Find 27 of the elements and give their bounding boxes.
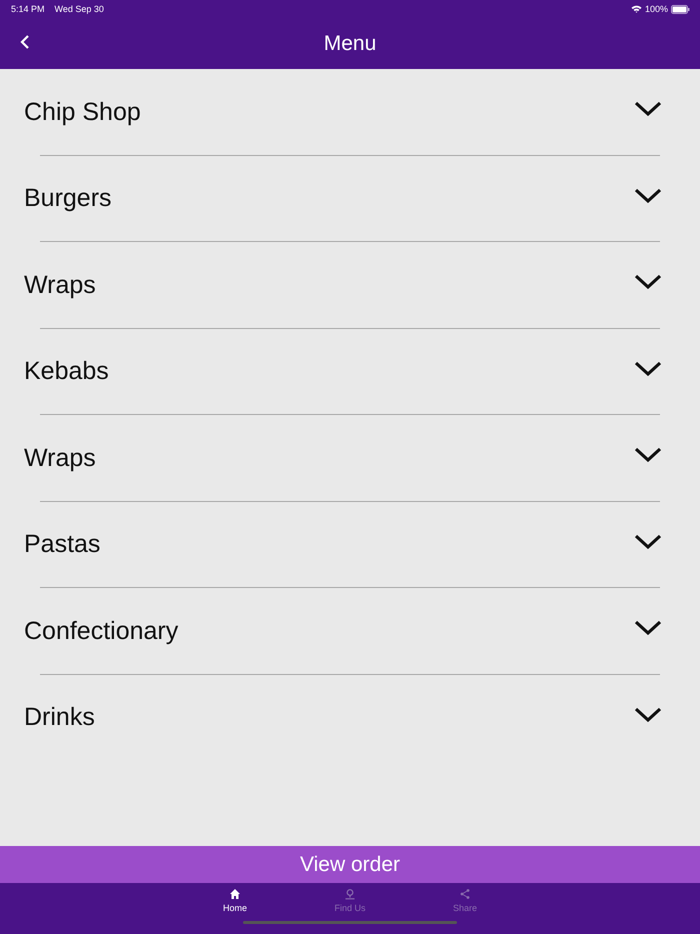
category-label: Drinks bbox=[24, 703, 96, 732]
category-row[interactable]: Burgers bbox=[0, 156, 700, 242]
home-icon bbox=[229, 888, 241, 900]
category-label: Burgers bbox=[24, 184, 113, 214]
view-order-button[interactable]: View order bbox=[0, 846, 700, 883]
category-row[interactable]: Kebabs bbox=[0, 328, 700, 415]
battery-icon bbox=[671, 4, 690, 14]
category-label: Wraps bbox=[24, 270, 97, 300]
category-row[interactable]: Chip Shop bbox=[0, 69, 700, 156]
battery-percent: 100% bbox=[644, 4, 668, 14]
category-label: Chip Shop bbox=[24, 98, 142, 127]
header-title: Menu bbox=[324, 32, 376, 56]
category-row[interactable]: Pastas bbox=[0, 502, 700, 588]
tab-button[interactable]: Home bbox=[178, 883, 292, 913]
category-label: Wraps bbox=[24, 444, 97, 473]
status-date: Wed Sep 30 bbox=[54, 4, 104, 14]
category-label: Pastas bbox=[24, 530, 102, 560]
wifi-icon bbox=[630, 5, 642, 13]
status-time: 5:14 PM bbox=[11, 4, 45, 14]
category-label: Confectionary bbox=[24, 616, 180, 646]
category-label: Kebabs bbox=[24, 357, 110, 386]
category-row[interactable]: Confectionary bbox=[0, 588, 700, 674]
share-icon bbox=[459, 888, 471, 900]
category-row[interactable]: Drinks bbox=[0, 674, 700, 761]
map-pin-icon bbox=[344, 888, 356, 900]
category-row[interactable]: Wraps bbox=[0, 415, 700, 502]
category-row[interactable]: Wraps bbox=[0, 242, 700, 328]
